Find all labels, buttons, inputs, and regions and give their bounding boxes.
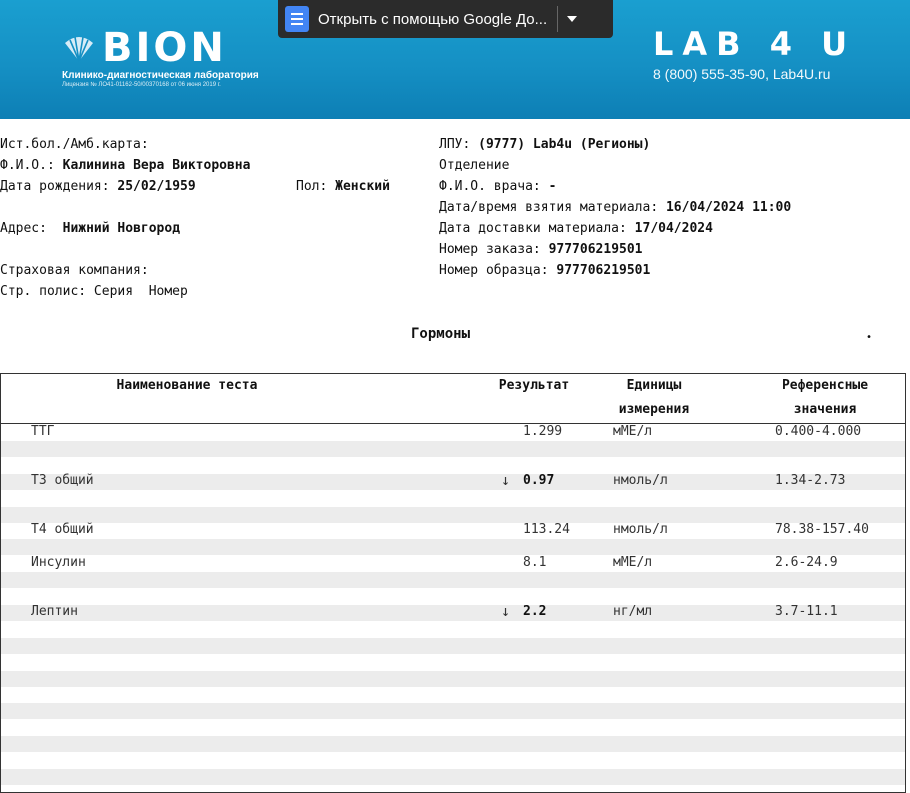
order-number-value: 977706219501: [548, 242, 643, 257]
open-with-google-docs-button[interactable]: Открыть с помощью Google До...: [278, 0, 613, 38]
header-test-name: Наименование теста: [116, 378, 258, 393]
sample-number-label: Номер образца:: [439, 263, 549, 278]
row-stripe: [1, 539, 905, 556]
insurance-label: Страховая компания:: [0, 263, 149, 278]
result-flag-cell: ↓: [501, 602, 511, 620]
table-header: Наименование теста Результат Единицы изм…: [1, 374, 905, 424]
result-cell: 0.97: [523, 473, 555, 488]
section-title: Гормоны: [411, 326, 471, 342]
sample-number-value: 977706219501: [556, 263, 651, 278]
bion-logo-subtitle: Клинико-диагностическая лаборатория: [62, 70, 259, 81]
units-cell: нмоль/л: [613, 522, 668, 537]
patient-address: Адрес: Нижний Новгород: [0, 218, 180, 239]
open-with-label: Открыть с помощью Google До...: [318, 10, 548, 28]
units-cell: мМЕ/л: [613, 555, 653, 570]
patient-sex-value: Женский: [335, 179, 390, 194]
doctor-value: -: [548, 179, 557, 194]
material-taken-label: Дата/время взятия материала:: [439, 200, 659, 215]
department-label: Отделение: [439, 158, 510, 173]
patient-sex: Пол: Женский: [296, 176, 390, 197]
toolbar-separator: [557, 6, 559, 32]
material-delivered-label: Дата доставки материала:: [439, 221, 627, 236]
test-name-cell: Лептин: [31, 604, 78, 619]
units-cell: нмоль/л: [613, 473, 668, 488]
policy-label: Стр. полис: Серия Номер: [0, 284, 188, 299]
row-stripe: [1, 769, 905, 785]
material-taken: Дата/время взятия материала: 16/04/2024 …: [439, 197, 791, 218]
result-cell: 2.2: [523, 604, 547, 619]
patient-dob: Дата рождения: 25/02/1959: [0, 176, 196, 197]
reference-cell: 3.7-11.1: [775, 604, 838, 619]
lab4u-contact: 8 (800) 555-35-90, Lab4U.ru: [653, 66, 831, 82]
result-flag-cell: ↓: [501, 471, 511, 489]
patient-dob-value: 25/02/1959: [117, 179, 196, 194]
table-row: ТТГ 1.299 мМЕ/л 0.400-4.000: [1, 423, 905, 440]
google-docs-icon: [285, 6, 309, 32]
chevron-down-icon[interactable]: [567, 16, 578, 22]
table-row: Лептин ↓ 2.2 нг/мл 3.7-11.1: [1, 603, 905, 620]
patient-card-label: Ист.бол./Амб.карта:: [0, 137, 149, 152]
header-result: Результат: [498, 378, 570, 393]
header-units-line2: измерения: [618, 402, 690, 417]
header-ref-line1: Референсные: [781, 378, 869, 393]
row-stripe: [1, 670, 905, 687]
result-cell: 1.299: [523, 424, 563, 439]
material-delivered-value: 17/04/2024: [634, 221, 713, 236]
patient-sex-label: Пол:: [296, 179, 328, 194]
result-cell: 8.1: [523, 555, 547, 570]
result-cell: 113.24: [523, 522, 570, 537]
material-delivered: Дата доставки материала: 17/04/2024: [439, 218, 713, 239]
material-taken-value: 16/04/2024 11:00: [665, 200, 792, 215]
patient-name: Ф.И.О.: Калинина Вера Викторовна: [0, 155, 250, 176]
header-ref-line2: значения: [793, 402, 857, 417]
test-name-cell: ТТГ: [31, 424, 55, 439]
results-table: Наименование теста Результат Единицы изм…: [0, 373, 906, 793]
patient-name-value: Калинина Вера Викторовна: [62, 158, 251, 173]
table-row: Инсулин 8.1 мМЕ/л 2.6-24.9: [1, 554, 905, 571]
doctor-label: Ф.И.О. врача:: [439, 179, 541, 194]
lpu-value: (9777) Lab4u (Регионы): [478, 137, 651, 152]
units-cell: нг/мл: [613, 604, 653, 619]
table-row: Т3 общий ↓ 0.97 нмоль/л 1.34-2.73: [1, 472, 905, 489]
row-stripe: [1, 637, 905, 654]
lpu-label: ЛПУ:: [439, 137, 471, 152]
reference-cell: 2.6-24.9: [775, 555, 838, 570]
bion-logo: BION Клинико-диагностическая лаборатория…: [62, 28, 259, 88]
dot-mark: •: [866, 332, 873, 343]
patient-name-label: Ф.И.О.:: [0, 158, 55, 173]
bion-logo-text: BION: [102, 25, 227, 71]
test-name-cell: Инсулин: [31, 555, 86, 570]
row-stripe: [1, 703, 905, 720]
reference-cell: 0.400-4.000: [775, 424, 862, 439]
lab4u-logo: LAB 4 U 8 (800) 555-35-90, Lab4U.ru: [653, 26, 856, 82]
table-row: Т4 общий 113.24 нмоль/л 78.38-157.40: [1, 521, 905, 538]
doctor: Ф.И.О. врача: -: [439, 176, 556, 197]
patient-dob-label: Дата рождения:: [0, 179, 110, 194]
reference-cell: 1.34-2.73: [775, 473, 846, 488]
shell-icon: [65, 36, 93, 62]
header-units-line1: Единицы: [626, 378, 682, 393]
test-name-cell: Т4 общий: [31, 522, 94, 537]
sample-number: Номер образца: 977706219501: [439, 260, 650, 281]
lpu: ЛПУ: (9777) Lab4u (Регионы): [439, 134, 650, 155]
row-stripe: [1, 736, 905, 753]
patient-address-value: Нижний Новгород: [62, 221, 181, 236]
row-stripe: [1, 572, 905, 589]
test-name-cell: Т3 общий: [31, 473, 94, 488]
patient-address-label: Адрес:: [0, 221, 47, 236]
order-number-label: Номер заказа:: [439, 242, 541, 257]
bion-license: Лицензия № ЛО41-01162-50/00370168 от 06 …: [62, 82, 221, 88]
row-stripe: [1, 441, 905, 457]
units-cell: мМЕ/л: [613, 424, 653, 439]
lab4u-logo-text: LAB 4 U: [653, 25, 857, 63]
reference-cell: 78.38-157.40: [775, 522, 869, 537]
order-number: Номер заказа: 977706219501: [439, 239, 643, 260]
